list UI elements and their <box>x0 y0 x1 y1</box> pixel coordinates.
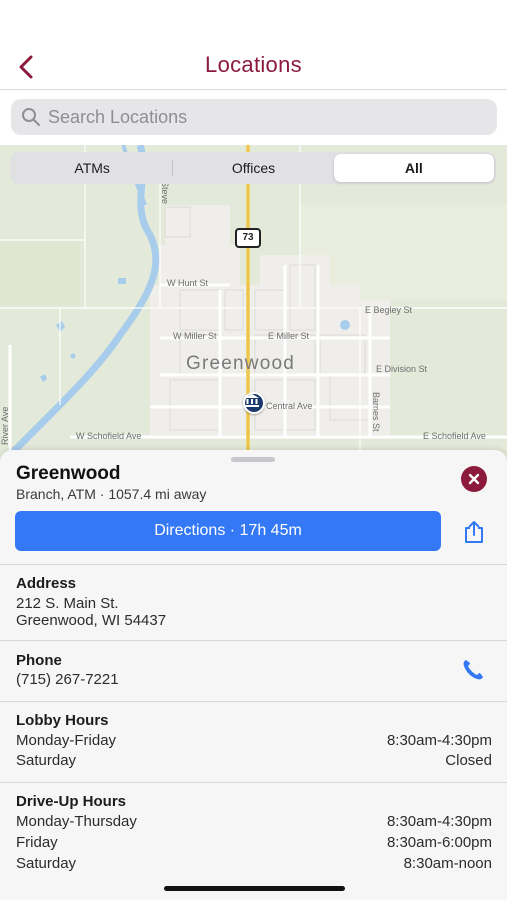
phone-icon <box>463 660 483 680</box>
home-indicator[interactable] <box>164 886 345 891</box>
directions-button[interactable]: Directions · 17h 45m <box>15 511 441 551</box>
search-input[interactable]: Search Locations <box>11 99 497 135</box>
driveup-hours-heading: Drive-Up Hours <box>16 793 127 810</box>
share-button[interactable] <box>460 518 488 546</box>
navigation-bar: Locations <box>0 0 507 90</box>
location-subtitle: Branch, ATM · 1057.4 mi away <box>16 486 207 502</box>
highway-shield: 73 <box>235 228 261 248</box>
page-title: Locations <box>205 52 302 77</box>
phone-heading: Phone <box>16 652 62 669</box>
driveup-hours-time: 8:30am-6:00pm <box>386 834 492 851</box>
bank-icon <box>245 394 259 407</box>
lobby-hours-time: 8:30am-4:30pm <box>386 732 492 749</box>
driveup-hours-day: Saturday <box>16 855 77 872</box>
lobby-hours-heading: Lobby Hours <box>16 712 109 729</box>
location-name: Greenwood <box>16 463 121 484</box>
map-street-label: Steve <box>160 181 170 205</box>
lobby-hours-time: Closed <box>445 752 492 769</box>
close-icon <box>468 473 480 485</box>
lobby-hours-day: Monday-Friday <box>16 732 117 749</box>
map-street-label: E Schofield Ave <box>423 431 486 441</box>
driveup-hours-day: Monday-Thursday <box>16 813 137 830</box>
section-divider <box>0 782 507 783</box>
share-icon <box>465 521 483 543</box>
map-street-label: E Division St <box>376 364 428 374</box>
search-placeholder: Search Locations <box>48 106 188 127</box>
phone-number[interactable]: (715) 267-7221 <box>16 671 119 688</box>
lobby-hours-day: Saturday <box>16 752 77 769</box>
map-view[interactable]: W Hunt St E Begley St W Miller St E Mill… <box>0 145 507 460</box>
section-divider <box>0 564 507 565</box>
address-line-2: Greenwood, WI 54437 <box>16 612 167 629</box>
filter-all[interactable]: All <box>333 154 494 182</box>
branch-map-pin[interactable] <box>243 392 265 414</box>
address-line-1: 212 S. Main St. <box>16 595 119 612</box>
search-icon <box>21 107 41 127</box>
filter-offices[interactable]: Offices <box>173 154 333 182</box>
close-button[interactable] <box>461 466 487 492</box>
map-street-label: E Miller St <box>268 331 310 341</box>
location-detail-sheet: Greenwood Branch, ATM · 1057.4 mi away D… <box>0 450 507 900</box>
section-divider <box>0 701 507 702</box>
sheet-grabber[interactable] <box>231 457 275 462</box>
driveup-hours-time: 8:30am-noon <box>403 855 492 872</box>
map-street-label: Central Ave <box>266 401 313 411</box>
driveup-hours-time: 8:30am-4:30pm <box>386 813 492 830</box>
address-heading: Address <box>16 575 77 592</box>
map-street-label: W Miller St <box>173 331 217 341</box>
map-street-label: Barnes St <box>371 392 381 432</box>
location-type-filter: ATMs Offices All <box>10 152 496 184</box>
search-bar-container: Search Locations <box>0 91 507 145</box>
section-divider <box>0 640 507 641</box>
map-street-label: E Begley St <box>365 305 413 315</box>
driveup-hours-day: Friday <box>16 834 58 851</box>
map-street-label: River Ave <box>0 406 10 445</box>
filter-atms[interactable]: ATMs <box>12 154 172 182</box>
map-street-label: W Hunt St <box>167 278 209 288</box>
call-button[interactable] <box>460 657 486 683</box>
map-street-label: W Schofield Ave <box>76 431 142 441</box>
map-town-label: Greenwood <box>186 353 296 374</box>
